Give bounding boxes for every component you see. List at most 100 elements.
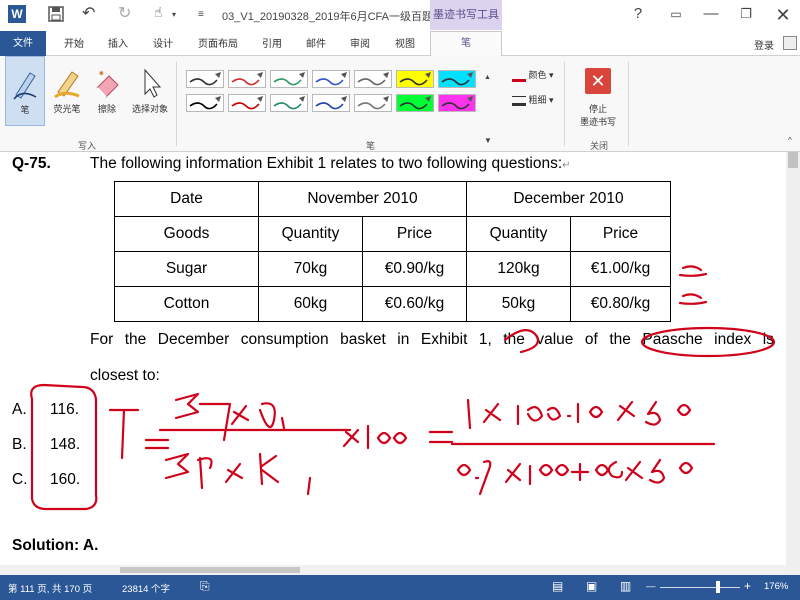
pen-stroke-icon — [189, 72, 221, 86]
table-cell: €0.90/kg — [362, 251, 467, 287]
sign-in-link[interactable]: 登录 — [754, 37, 774, 52]
paragraph-word: basket — [340, 331, 386, 348]
tab-pen[interactable]: 笔 — [430, 31, 502, 57]
table-row: Cotton 60kg €0.60/kg 50kg €0.80/kg — [114, 286, 671, 322]
pen-stroke-icon — [273, 72, 305, 86]
customize-qat-icon[interactable]: ≡ — [198, 9, 204, 20]
paragraph-word: the — [609, 331, 631, 348]
tab-page-layout[interactable]: 页面布局 — [198, 35, 238, 50]
save-icon[interactable] — [48, 6, 64, 25]
table-cell: Goods — [114, 216, 259, 252]
paragraph-word: For — [90, 331, 114, 348]
paragraph-word: of — [584, 331, 598, 348]
pen-swatch[interactable] — [438, 94, 476, 112]
touch-dropdown-icon[interactable]: ▾ — [172, 10, 176, 19]
stop-inking-button[interactable]: ✕ 停止 墨迹书写 — [570, 60, 626, 128]
vertical-scrollbar[interactable] — [786, 152, 800, 575]
pen-group-label: 笔 — [366, 141, 376, 151]
color-dropdown[interactable]: 颜色 ▾ — [512, 68, 554, 82]
pen-swatch[interactable] — [270, 70, 308, 88]
tab-mailings[interactable]: 邮件 — [306, 35, 326, 50]
pen-swatch[interactable] — [186, 70, 224, 88]
word-app-icon[interactable]: W — [8, 5, 26, 23]
restore-button[interactable]: ❐ — [730, 2, 762, 26]
touch-mode-icon[interactable]: ☝ — [154, 4, 163, 21]
stop-inking-label-2: 墨迹书写 — [579, 117, 616, 127]
table-cell: €0.60/kg — [362, 286, 467, 322]
pen-swatch[interactable] — [186, 94, 224, 112]
pen-swatch[interactable] — [312, 94, 350, 112]
word-count[interactable]: 23814 个字 — [122, 581, 170, 595]
highlighter-tool[interactable]: 荧光笔 — [47, 56, 87, 126]
vertical-scrollbar-thumb[interactable] — [788, 152, 798, 168]
close-button[interactable]: ✕ — [766, 0, 800, 30]
zoom-level[interactable]: 176% — [764, 581, 788, 592]
web-layout-icon[interactable]: ▥ — [620, 579, 631, 593]
paragraph-mark: ↵ — [562, 160, 571, 171]
pen-swatch[interactable] — [396, 70, 434, 88]
tab-references[interactable]: 引用 — [262, 35, 282, 50]
table-cell: 50kg — [466, 286, 571, 322]
pen-swatch[interactable] — [396, 94, 434, 112]
ribbon-separator — [564, 62, 565, 146]
pen-swatch[interactable] — [312, 70, 350, 88]
pen-swatch[interactable] — [438, 70, 476, 88]
horizontal-scrollbar-thumb[interactable] — [120, 567, 300, 573]
zoom-in-button[interactable]: + — [744, 579, 751, 593]
zoom-out-button[interactable]: — — [646, 581, 656, 592]
table-header-row: Goods Quantity Price Quantity Price — [114, 216, 671, 252]
table-cell: Quantity — [466, 216, 571, 252]
zoom-slider-thumb[interactable] — [715, 581, 720, 593]
zoom-slider[interactable] — [660, 587, 740, 588]
gallery-more-icon[interactable]: ▼ — [484, 136, 492, 145]
print-layout-icon[interactable]: ▣ — [586, 579, 597, 593]
paragraph-word: December — [157, 331, 230, 348]
ribbon-display-icon[interactable]: ▭ — [660, 2, 692, 26]
select-objects-tool[interactable]: 选择对象 — [128, 56, 172, 126]
stop-inking-icon: ✕ — [585, 68, 611, 94]
title-bar: W ↶ ↻ ☝ ▾ ≡ 03_V1_20190328_2019年6月CFA一级百… — [0, 0, 800, 30]
eraser-icon: ✷ — [96, 69, 119, 98]
document-title: 03_V1_20190328_2019年6月CFA一级百题预... — [222, 11, 454, 23]
table-cell: 60kg — [258, 286, 363, 322]
ribbon-tab-bar: 文件 开始 插入 设计 页面布局 引用 邮件 审阅 视图 笔 登录 — [0, 31, 800, 57]
read-mode-icon[interactable]: ▤ — [552, 579, 563, 593]
collapse-ribbon-icon[interactable]: ^ — [788, 136, 792, 145]
proofing-icon[interactable]: ⎘ — [200, 579, 210, 594]
eraser-tool[interactable]: ✷ 擦除 — [88, 56, 126, 126]
undo-icon[interactable]: ↶ — [82, 3, 95, 23]
pen-swatch[interactable] — [354, 70, 392, 88]
horizontal-scrollbar[interactable] — [0, 565, 786, 575]
table-cell: Quantity — [258, 216, 363, 252]
gallery-up-icon[interactable]: ▲ — [484, 74, 491, 81]
pen-swatch[interactable] — [228, 70, 266, 88]
table-cell: Price — [570, 216, 671, 252]
eraser-tool-label: 擦除 — [97, 104, 116, 114]
table-cell: €0.80/kg — [570, 286, 671, 322]
help-button[interactable]: ? — [622, 2, 654, 26]
weight-dropdown[interactable]: 粗细 ▾ — [512, 93, 554, 106]
table-cell: Sugar — [114, 251, 259, 287]
pen-tool[interactable]: 笔 — [5, 56, 45, 126]
pen-swatch[interactable] — [354, 94, 392, 112]
tab-design[interactable]: 设计 — [153, 35, 173, 50]
highlighter-icon — [54, 71, 80, 99]
tab-insert[interactable]: 插入 — [108, 35, 128, 50]
minimize-button[interactable]: — — [695, 2, 727, 26]
weight-icon — [512, 95, 526, 106]
table-cell: Price — [362, 216, 467, 252]
pen-swatch[interactable] — [228, 94, 266, 112]
question-number: Q-75. — [12, 155, 51, 172]
document-area[interactable]: Q-75. The following information Exhibit … — [0, 152, 800, 575]
tab-view[interactable]: 视图 — [395, 35, 415, 50]
pen-swatch[interactable] — [270, 94, 308, 112]
redo-icon[interactable]: ↻ — [118, 3, 131, 23]
tab-home[interactable]: 开始 — [64, 35, 84, 50]
tab-file[interactable]: 文件 — [0, 31, 46, 56]
option-a-letter: A. — [12, 401, 27, 418]
pen-stroke-icon — [189, 96, 221, 110]
page-count[interactable]: 第 111 页, 共 170 页 — [8, 581, 92, 595]
account-avatar[interactable] — [783, 36, 797, 50]
pen-stroke-icon — [315, 72, 347, 86]
tab-review[interactable]: 审阅 — [350, 35, 370, 50]
